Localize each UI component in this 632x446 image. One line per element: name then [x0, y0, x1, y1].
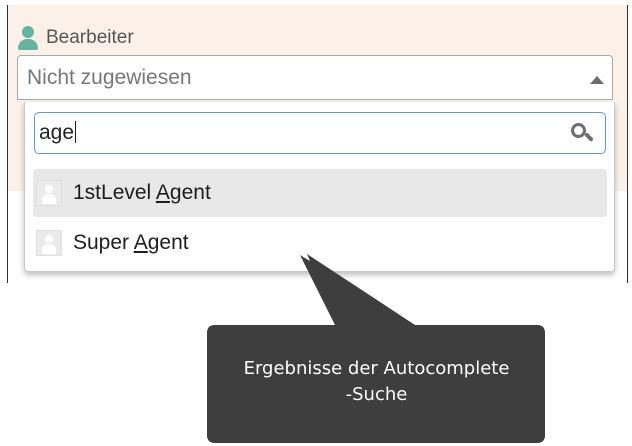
- avatar-placeholder-icon: [36, 180, 62, 206]
- option-label: Super Agent: [73, 231, 189, 254]
- assignee-selected-value: Nicht zugewiesen: [27, 66, 192, 89]
- person-icon: [17, 26, 39, 50]
- caret-up-icon[interactable]: [590, 76, 604, 84]
- assignee-dropdown: age 1stLevel Agent Super Agent: [24, 102, 615, 272]
- search-icon[interactable]: [571, 123, 594, 143]
- assignee-select[interactable]: Nicht zugewiesen: [17, 55, 613, 100]
- option-label: 1stLevel Agent: [73, 181, 211, 204]
- autocomplete-search-input[interactable]: age: [34, 112, 606, 154]
- option-1stlevel-agent[interactable]: 1stLevel Agent: [33, 169, 607, 217]
- callout-line-2: -Suche: [345, 384, 408, 405]
- callout-text: Ergebnisse der Autocomplete -Suche: [207, 356, 546, 408]
- search-input-value: age: [39, 121, 75, 144]
- assignee-label: Bearbeiter: [17, 26, 134, 50]
- option-super-agent[interactable]: Super Agent: [33, 219, 607, 267]
- callout-line-1: Ergebnisse der Autocomplete: [243, 358, 510, 379]
- avatar-placeholder-icon: [36, 230, 62, 256]
- assignee-label-text: Bearbeiter: [46, 27, 134, 48]
